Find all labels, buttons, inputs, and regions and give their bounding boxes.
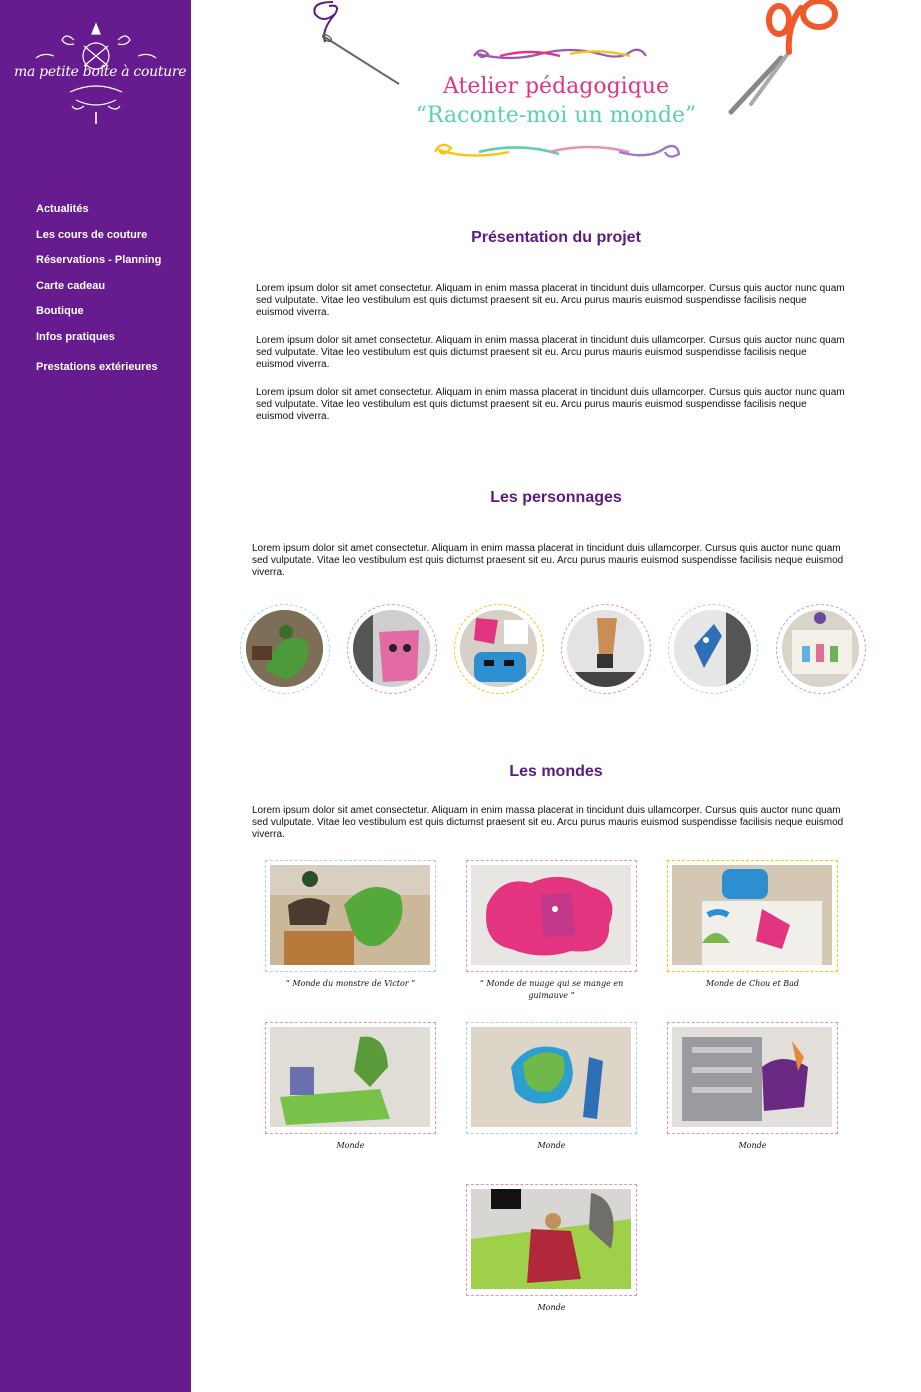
- monde-photo[interactable]: [667, 860, 838, 972]
- monde-caption: Monde: [336, 1141, 365, 1150]
- monde-image: [471, 865, 631, 965]
- nav-item-carte-cadeau[interactable]: Carte cadeau: [36, 278, 161, 304]
- section-title-mondes: Les mondes: [509, 763, 603, 780]
- swirl-ornament-icon: [473, 48, 647, 60]
- monde-image: [672, 865, 832, 965]
- character-image: [567, 610, 644, 687]
- swirl-ornament-icon: [433, 143, 681, 158]
- hero-title-line2: “Raconte-moi un monde”: [415, 103, 697, 128]
- character-photo[interactable]: [454, 604, 544, 694]
- monde-image: [270, 1027, 430, 1127]
- character-photo[interactable]: [240, 604, 330, 694]
- monde-image: [270, 865, 430, 965]
- site-logo[interactable]: ma petite boîte à couture: [14, 22, 187, 126]
- monde-photo[interactable]: [466, 1022, 637, 1134]
- section-title-personnages: Les personnages: [490, 489, 622, 506]
- scissors-icon: [728, 0, 838, 115]
- nav-item-infos-pratiques[interactable]: Infos pratiques: [36, 329, 161, 355]
- nav-item-actualites[interactable]: Actualités: [36, 201, 161, 227]
- hero-title-line1: Atelier pédagogique: [443, 74, 669, 99]
- monde-image: [471, 1027, 631, 1127]
- monde-caption: Monde: [537, 1141, 566, 1150]
- monde-photo[interactable]: [265, 1022, 436, 1134]
- page: ma petite boîte à couture Actualités Les…: [0, 0, 921, 1392]
- character-image: [246, 610, 323, 687]
- nav-item-reservations[interactable]: Réservations - Planning: [36, 252, 161, 278]
- sidebar: ma petite boîte à couture Actualités Les…: [0, 0, 191, 1392]
- character-photo[interactable]: [776, 604, 866, 694]
- character-photo[interactable]: [347, 604, 437, 694]
- character-image: [782, 610, 859, 687]
- presentation-paragraph: Lorem ipsum dolor sit amet consectetur. …: [256, 335, 845, 370]
- character-photo[interactable]: [561, 604, 651, 694]
- presentation-paragraph: Lorem ipsum dolor sit amet consectetur. …: [256, 387, 845, 422]
- monde-caption: Monde de Chou et Bad: [705, 979, 799, 988]
- monde-caption: Monde: [537, 1303, 566, 1312]
- monde-caption: “ Monde du monstre de Victor ”: [285, 979, 416, 988]
- character-photo[interactable]: [668, 604, 758, 694]
- monde-image: [471, 1189, 631, 1289]
- presentation-paragraph: Lorem ipsum dolor sit amet consectetur. …: [256, 283, 845, 318]
- monde-photo[interactable]: [466, 860, 637, 972]
- nav-item-boutique[interactable]: Boutique: [36, 303, 161, 329]
- monde-caption: “ Monde de nuage qui se mange en guimauv…: [479, 979, 624, 1000]
- main-nav: Actualités Les cours de couture Réservat…: [36, 201, 161, 384]
- logo-text: ma petite boîte à couture: [14, 64, 187, 80]
- monde-image: [672, 1027, 832, 1127]
- nav-item-cours-couture[interactable]: Les cours de couture: [36, 227, 161, 253]
- mondes-paragraph: Lorem ipsum dolor sit amet consectetur. …: [252, 805, 844, 840]
- monde-photo[interactable]: [466, 1184, 637, 1296]
- character-image: [460, 610, 537, 687]
- character-image: [353, 610, 430, 687]
- monde-caption: Monde: [738, 1141, 767, 1150]
- main-content: Atelier pédagogique “Raconte-moi un mond…: [191, 0, 921, 1392]
- character-image: [674, 610, 751, 687]
- monde-photo[interactable]: [667, 1022, 838, 1134]
- section-title-presentation: Présentation du projet: [471, 229, 641, 246]
- personnages-paragraph: Lorem ipsum dolor sit amet consectetur. …: [252, 543, 844, 578]
- monde-photo[interactable]: [265, 860, 436, 972]
- nav-item-prestations-exterieures[interactable]: Prestations extérieures: [36, 359, 161, 385]
